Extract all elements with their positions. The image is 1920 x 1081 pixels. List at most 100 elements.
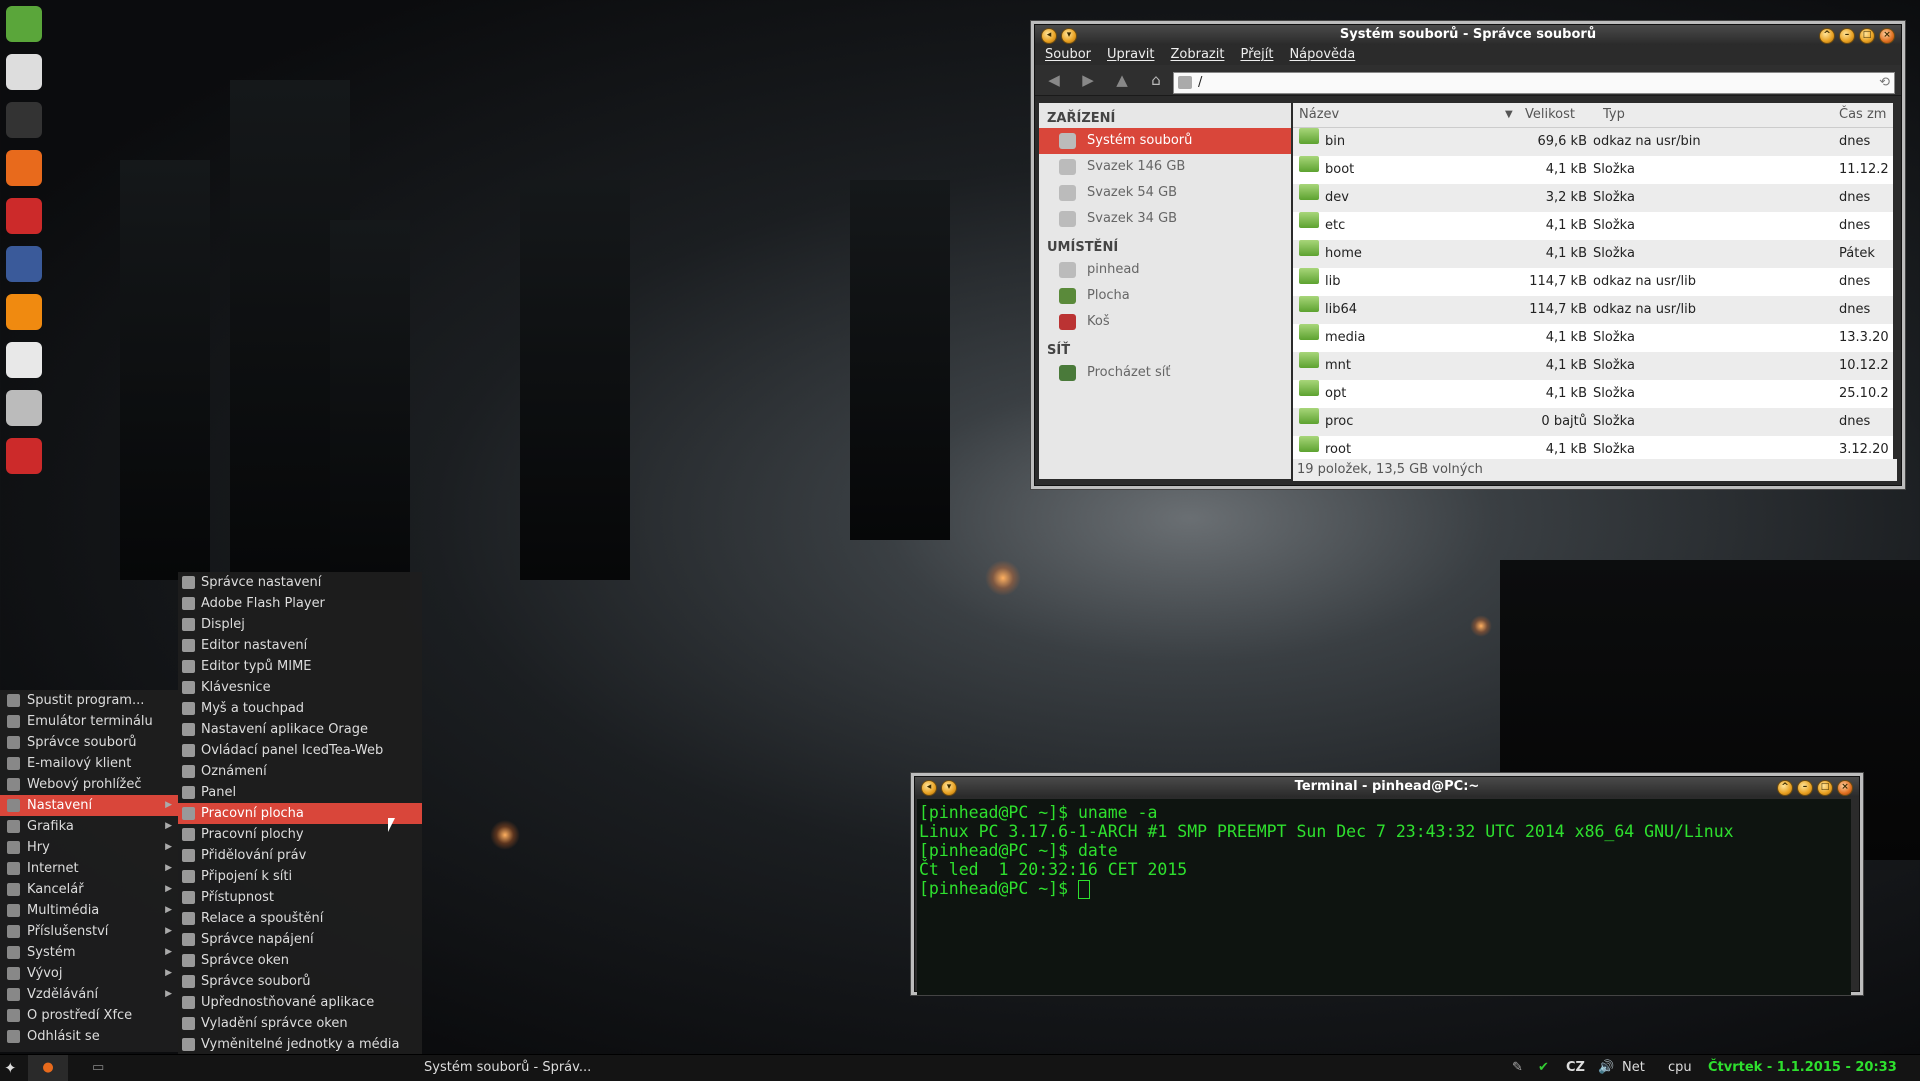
menu-item[interactable]: Hry ▶ [0,837,178,858]
submenu-item[interactable]: Klávesnice [178,677,422,698]
submenu-item[interactable]: Připojení k síti [178,866,422,887]
xfce-menu-icon[interactable]: ✦ [4,1055,17,1081]
menu-item[interactable]: Grafika ▶ [0,816,178,837]
menu-zobrazit[interactable]: Zobrazit [1170,45,1224,65]
sidebar-item-volume[interactable]: Svazek 54 GB [1039,180,1291,206]
shade-icon[interactable]: ▾ [1061,28,1077,44]
table-row[interactable]: opt 4,1 kB Složka 25.10.2 [1293,380,1893,408]
shade-icon[interactable]: ▾ [941,780,957,796]
submenu-item[interactable]: Nastavení aplikace Orage [178,719,422,740]
stick-icon[interactable]: ^ [1777,780,1793,796]
clock[interactable]: Čtvrtek - 1.1.2015 - 20:33 [1708,1055,1897,1081]
menu-item[interactable]: Vzdělávání ▶ [0,984,178,1005]
close-icon[interactable]: × [1879,28,1895,44]
pdf-reader-icon[interactable] [6,438,42,474]
submenu-item[interactable]: Adobe Flash Player [178,593,422,614]
sidebar-item-trash[interactable]: Koš [1039,309,1291,335]
table-row[interactable]: proc 0 bajtů Složka dnes [1293,408,1893,436]
calculator-icon[interactable] [6,390,42,426]
pen-icon[interactable]: ✎ [1512,1055,1523,1081]
table-row[interactable]: home 4,1 kB Složka Pátek [1293,240,1893,268]
terminal-icon[interactable] [6,102,42,138]
up-icon[interactable]: ▲ [1111,69,1133,91]
sidebar-item-volume[interactable]: Svazek 146 GB [1039,154,1291,180]
file-manager-window[interactable]: ◂ ▾ Systém souborů - Správce souborů ^ – □ ×… [1034,24,1902,486]
menu-upravit[interactable]: Upravit [1107,45,1154,65]
sidebar-item-network[interactable]: Procházet síť [1039,360,1291,386]
folder-icon[interactable] [6,6,42,42]
submenu-item[interactable]: Vyladění správce oken [178,1013,422,1034]
menu-item[interactable]: Správce souborů [0,732,178,753]
terminal-titlebar[interactable]: ◂ ▾ Terminal - pinhead@PC:~ ^ – □ × [915,777,1859,797]
table-row[interactable]: dev 3,2 kB Složka dnes [1293,184,1893,212]
menu-item[interactable]: Spustit program... [0,690,178,711]
table-row[interactable]: etc 4,1 kB Složka dnes [1293,212,1893,240]
submenu-item[interactable]: Displej [178,614,422,635]
table-row[interactable]: lib64 114,7 kB odkaz na usr/lib dnes [1293,296,1893,324]
table-row[interactable]: boot 4,1 kB Složka 11.12.2 [1293,156,1893,184]
submenu-item[interactable]: Přístupnost [178,887,422,908]
maximize-icon[interactable]: □ [1859,28,1875,44]
menu-item[interactable]: Multimédia ▶ [0,900,178,921]
network-monitor[interactable]: Net [1622,1055,1645,1081]
taskbar-button[interactable]: Systém souborů - Správ... [424,1055,591,1081]
window-menu-icon[interactable]: ◂ [1041,28,1057,44]
show-desktop-icon[interactable]: ▭ [92,1055,104,1081]
table-row[interactable]: lib 114,7 kB odkaz na usr/lib dnes [1293,268,1893,296]
menu-item[interactable]: Nastavení ▶ [0,795,178,816]
submenu-item[interactable]: Upřednostňované aplikace [178,992,422,1013]
sidebar-item-filesystem[interactable]: Systém souborů [1039,128,1291,154]
submenu-item[interactable]: Panel [178,782,422,803]
window-menu-icon[interactable]: ◂ [921,780,937,796]
stick-icon[interactable]: ^ [1819,28,1835,44]
submenu-item[interactable]: Myš a touchpad [178,698,422,719]
column-name[interactable]: Název [1299,103,1339,127]
forward-icon[interactable]: ▶ [1077,69,1099,91]
menu-item[interactable]: Webový prohlížeč [0,774,178,795]
cpu-monitor[interactable]: cpu [1668,1055,1692,1081]
terminal-window[interactable]: ◂ ▾ Terminal - pinhead@PC:~ ^ – □ × [pinhead… [914,776,1860,995]
column-time[interactable]: Čas zm [1839,103,1886,127]
sidebar-item-desktop[interactable]: Plocha [1039,283,1291,309]
submenu-item[interactable]: Editor typů MIME [178,656,422,677]
media-player-icon[interactable] [6,198,42,234]
menu-item[interactable]: E-mailový klient [0,753,178,774]
submenu-item[interactable]: Správce souborů [178,971,422,992]
keyboard-layout[interactable]: CZ [1566,1055,1585,1081]
menu-napoveda[interactable]: Nápověda [1289,45,1355,65]
refresh-icon[interactable]: ⟲ [1879,73,1890,93]
vlc-icon[interactable] [6,294,42,330]
table-row[interactable]: root 4,1 kB Složka 3.12.20 [1293,436,1893,459]
menu-soubor[interactable]: Soubor [1045,45,1091,65]
submenu-item[interactable]: Vyměnitelné jednotky a média [178,1034,422,1055]
minimize-icon[interactable]: – [1839,28,1855,44]
file-manager-titlebar[interactable]: ◂ ▾ Systém souborů - Správce souborů ^ – □ × [1035,25,1901,45]
submenu-item[interactable]: Správce nastavení [178,572,422,593]
menu-item[interactable]: Kancelář ▶ [0,879,178,900]
submenu-item[interactable]: Relace a spouštění [178,908,422,929]
back-icon[interactable]: ◀ [1043,69,1065,91]
menu-item[interactable]: Vývoj ▶ [0,963,178,984]
sidebar-item-volume[interactable]: Svazek 34 GB [1039,206,1291,232]
library-icon[interactable] [6,246,42,282]
menu-item[interactable]: Internet ▶ [0,858,178,879]
submenu-item[interactable]: Ovládací panel IcedTea-Web [178,740,422,761]
menu-prejit[interactable]: Přejít [1240,45,1273,65]
path-input[interactable]: / ⟲ [1173,72,1895,94]
table-row[interactable]: media 4,1 kB Složka 13.3.20 [1293,324,1893,352]
submenu-item[interactable]: Pracovní plochy [178,824,422,845]
menu-item[interactable]: Odhlásit se [0,1026,178,1047]
firefox-launcher-icon[interactable]: ● [28,1055,68,1081]
table-row[interactable]: bin 69,6 kB odkaz na usr/bin dnes [1293,128,1893,156]
terminal-output[interactable]: [pinhead@PC ~]$ uname -a Linux PC 3.17.6… [917,799,1851,995]
submenu-item[interactable]: Správce oken [178,950,422,971]
menu-item[interactable]: Systém ▶ [0,942,178,963]
firefox-icon[interactable] [6,150,42,186]
maximize-icon[interactable]: □ [1817,780,1833,796]
home-icon[interactable]: ⌂ [1145,69,1167,91]
column-type[interactable]: Typ [1603,103,1625,127]
menu-item[interactable]: O prostředí Xfce [0,1005,178,1026]
menu-item[interactable]: Příslušenství ▶ [0,921,178,942]
update-check-icon[interactable]: ✔ [1538,1055,1549,1081]
submenu-item[interactable]: Oznámení [178,761,422,782]
